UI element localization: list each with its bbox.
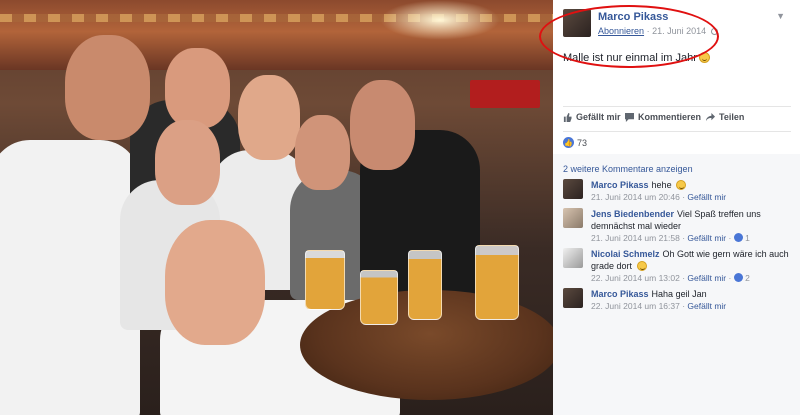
comment-like-link[interactable]: Gefällt mir [687,233,726,243]
comment-date[interactable]: 22. Juni 2014 um 16:37 [591,301,680,311]
smiley-emoji-icon [698,52,710,63]
comment-date[interactable]: 21. Juni 2014 um 21:58 [591,233,680,243]
like-button[interactable]: Gefällt mir [563,112,621,122]
person-shirt [0,140,140,415]
divider [563,106,791,107]
comments-panel: 2 weitere Kommentare anzeigen Marco Pika… [553,154,800,415]
author-avatar[interactable] [563,9,591,37]
comment-meta: 21. Juni 2014 um 21:58 · Gefällt mir · 1 [591,233,750,243]
comment-item: Nicolai Schmelz Oh Gott wie gern wäre ich… [563,248,795,286]
like-label: Gefällt mir [576,112,621,122]
beer-mug [360,270,398,325]
commenter-name[interactable]: Marco Pikass [591,180,649,190]
person-face [295,115,350,190]
like-badge-icon [733,233,743,242]
comment-body: Nicolai Schmelz Oh Gott wie gern wäre ich… [591,248,791,284]
comment-body: Marco Pikass Haha geil Jan 22. Juni 2014 … [591,288,791,312]
like-summary[interactable]: 👍 73 [563,137,587,148]
person-face [165,48,230,128]
globe-icon [710,28,718,36]
comment-like-count[interactable]: 2 [745,273,750,283]
commenter-name[interactable]: Jens Biedenbender [591,209,674,219]
like-badge-icon: 👍 [563,137,574,148]
comment-item: Marco Pikass Haha geil Jan 22. Juni 2014 … [563,288,795,314]
person-face [238,75,300,160]
comment-date[interactable]: 22. Juni 2014 um 13:02 [591,273,680,283]
comment-meta: 22. Juni 2014 um 13:02 · Gefällt mir · 2 [591,273,750,283]
comment-like-link[interactable]: Gefällt mir [687,273,726,283]
author-name[interactable]: Marco Pikass [598,11,668,23]
commenter-avatar[interactable] [563,179,583,199]
like-count: 73 [577,137,588,148]
like-badge-icon [733,273,743,282]
beer-mug [305,250,345,310]
commenter-avatar[interactable] [563,248,583,268]
commenter-name[interactable]: Marco Pikass [591,289,649,299]
comment-text: hehe [651,180,672,190]
comment-button[interactable]: Kommentieren [625,112,701,122]
person-face [65,35,150,140]
post-actions: Gefällt mir Kommentieren Teilen [563,112,793,126]
comment-meta: 22. Juni 2014 um 16:37 · Gefällt mir [591,301,727,311]
bar-sign [470,80,540,108]
post-photo[interactable] [0,0,553,415]
person-face [155,120,220,205]
smiley-emoji-icon [676,180,687,190]
follow-link[interactable]: Abonnieren [598,26,644,36]
share-label: Teilen [719,112,745,122]
comment-item: Marco Pikass hehe 21. Juni 2014 um 20:46 … [563,179,795,205]
comment-item: Jens Biedenbender Viel Spaß treffen uns d… [563,208,795,246]
person-face [350,80,415,170]
comment-label: Kommentieren [638,112,702,122]
post-date[interactable]: 21. Juni 2014 [652,26,706,36]
post-text: Malle ist nur einmal im Jahr [563,52,710,64]
commenter-avatar[interactable] [563,208,583,228]
share-icon [706,112,715,121]
post-header: Marco Pikass Abonnieren · 21. Juni 2014 … [563,9,793,39]
comment-icon [625,112,634,122]
more-comments-link[interactable]: 2 weitere Kommentare anzeigen [563,164,693,174]
commenter-avatar[interactable] [563,288,583,308]
comment-body: Marco Pikass hehe 21. Juni 2014 um 20:46 … [591,179,791,203]
thumbs-up-icon [563,112,572,122]
share-button[interactable]: Teilen [706,112,744,122]
commenter-name[interactable]: Nicolai Schmelz [591,249,660,259]
chevron-down-icon[interactable]: ▼ [776,11,785,21]
comment-like-link[interactable]: Gefällt mir [687,301,726,311]
beer-mug [475,245,519,320]
comment-meta: 21. Juni 2014 um 20:46 · Gefällt mir [591,192,727,202]
person-face [165,220,265,345]
comment-date[interactable]: 21. Juni 2014 um 20:46 [591,192,680,202]
comment-text: Haha geil Jan [651,289,707,299]
comment-like-count[interactable]: 1 [745,233,750,243]
post-sidebar: Marco Pikass Abonnieren · 21. Juni 2014 … [539,0,800,415]
ceiling-light [380,0,500,40]
post-meta: Abonnieren · 21. Juni 2014 [598,26,718,36]
comment-body: Jens Biedenbender Viel Spaß treffen uns d… [591,208,791,244]
beer-mug [408,250,442,320]
divider [563,131,791,132]
grin-emoji-icon [636,261,647,271]
comment-like-link[interactable]: Gefällt mir [687,192,726,202]
post-caption: Malle ist nur einmal im Jahr [563,52,697,64]
